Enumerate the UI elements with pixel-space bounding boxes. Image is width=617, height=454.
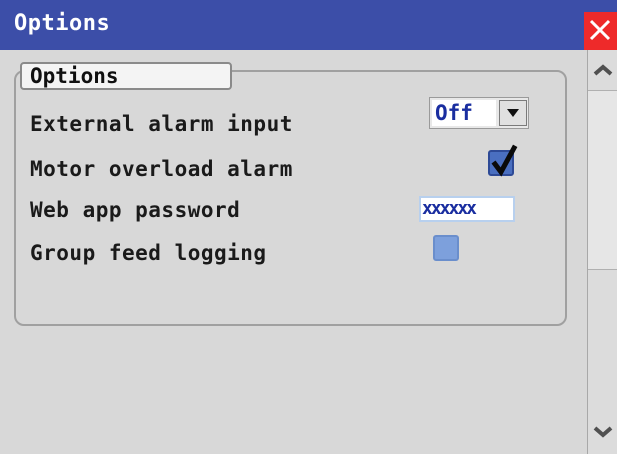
close-button[interactable]: [584, 12, 617, 50]
checkmark-icon: [491, 144, 518, 177]
title-bar: Options: [0, 0, 617, 50]
motor-overload-alarm-checkbox[interactable]: [488, 144, 518, 177]
chevron-down-icon: [593, 426, 613, 438]
group-label: Options: [20, 62, 232, 90]
external-alarm-input-select[interactable]: Off: [429, 97, 529, 129]
chevron-up-icon: [593, 64, 613, 76]
web-app-password-field[interactable]: xxxxxx: [419, 196, 515, 222]
motor-overload-alarm-label: Motor overload alarm: [30, 157, 293, 181]
scroll-up-button[interactable]: [588, 54, 617, 88]
external-alarm-input-value: Off: [432, 100, 496, 126]
chevron-down-icon: [507, 109, 519, 117]
close-icon: [589, 19, 611, 41]
window-title: Options: [14, 11, 111, 36]
scroll-down-button[interactable]: [588, 416, 617, 450]
group-feed-logging-label: Group feed logging: [30, 241, 267, 265]
dropdown-button[interactable]: [499, 100, 527, 126]
web-app-password-value: xxxxxx: [422, 198, 477, 219]
scroll-thumb[interactable]: [588, 90, 617, 270]
vertical-scrollbar[interactable]: [587, 50, 617, 454]
group-feed-logging-checkbox[interactable]: [433, 235, 459, 261]
external-alarm-input-label: External alarm input: [30, 112, 293, 136]
web-app-password-label: Web app password: [30, 198, 241, 222]
